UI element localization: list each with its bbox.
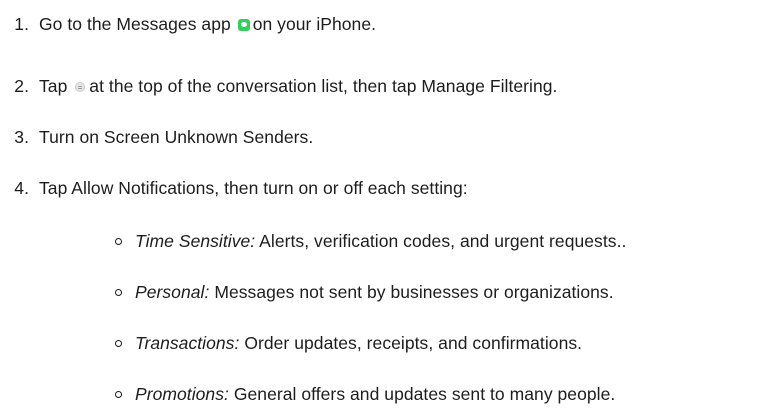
setting-label: Personal: — [135, 282, 210, 302]
step-number: 4. — [14, 178, 29, 198]
setting-description: Order updates, receipts, and confirmatio… — [244, 333, 583, 353]
step-text: Tap — [39, 76, 68, 96]
step-text: Turn on Screen Unknown Senders. — [39, 127, 314, 147]
setting-description: Alerts, verification codes, and urgent r… — [259, 231, 627, 251]
filter-icon — [75, 82, 86, 92]
setting-label: Promotions: — [135, 384, 229, 404]
step-number: 3. — [14, 127, 29, 147]
step-text-after: at the top of the conversation list, the… — [89, 76, 558, 96]
step-1: 1. Go to the Messages app on your iPhone. — [0, 13, 376, 35]
step-2: 2. Tap at the top of the conversation lis… — [0, 75, 557, 97]
bullet-icon — [115, 340, 122, 347]
setting-label: Time Sensitive: — [135, 231, 256, 251]
bullet-icon — [115, 238, 122, 245]
setting-label: Transactions: — [135, 333, 240, 353]
step-3: 3. Turn on Screen Unknown Senders. — [0, 126, 313, 148]
bullet-icon — [115, 289, 122, 296]
step-text: Tap Allow Notifications, then turn on or… — [39, 178, 468, 198]
step-text: Go to the Messages app — [39, 14, 231, 34]
step-text-after: on your iPhone. — [252, 14, 377, 34]
setting-description: General offers and updates sent to many … — [233, 384, 616, 404]
step-4: 4. Tap Allow Notifications, then turn on … — [0, 177, 468, 199]
messages-app-icon — [237, 19, 250, 31]
setting-description: Messages not sent by businesses or organ… — [214, 282, 614, 302]
step-number: 2. — [14, 76, 29, 96]
step-number: 1. — [14, 14, 29, 34]
bullet-icon — [115, 391, 122, 398]
